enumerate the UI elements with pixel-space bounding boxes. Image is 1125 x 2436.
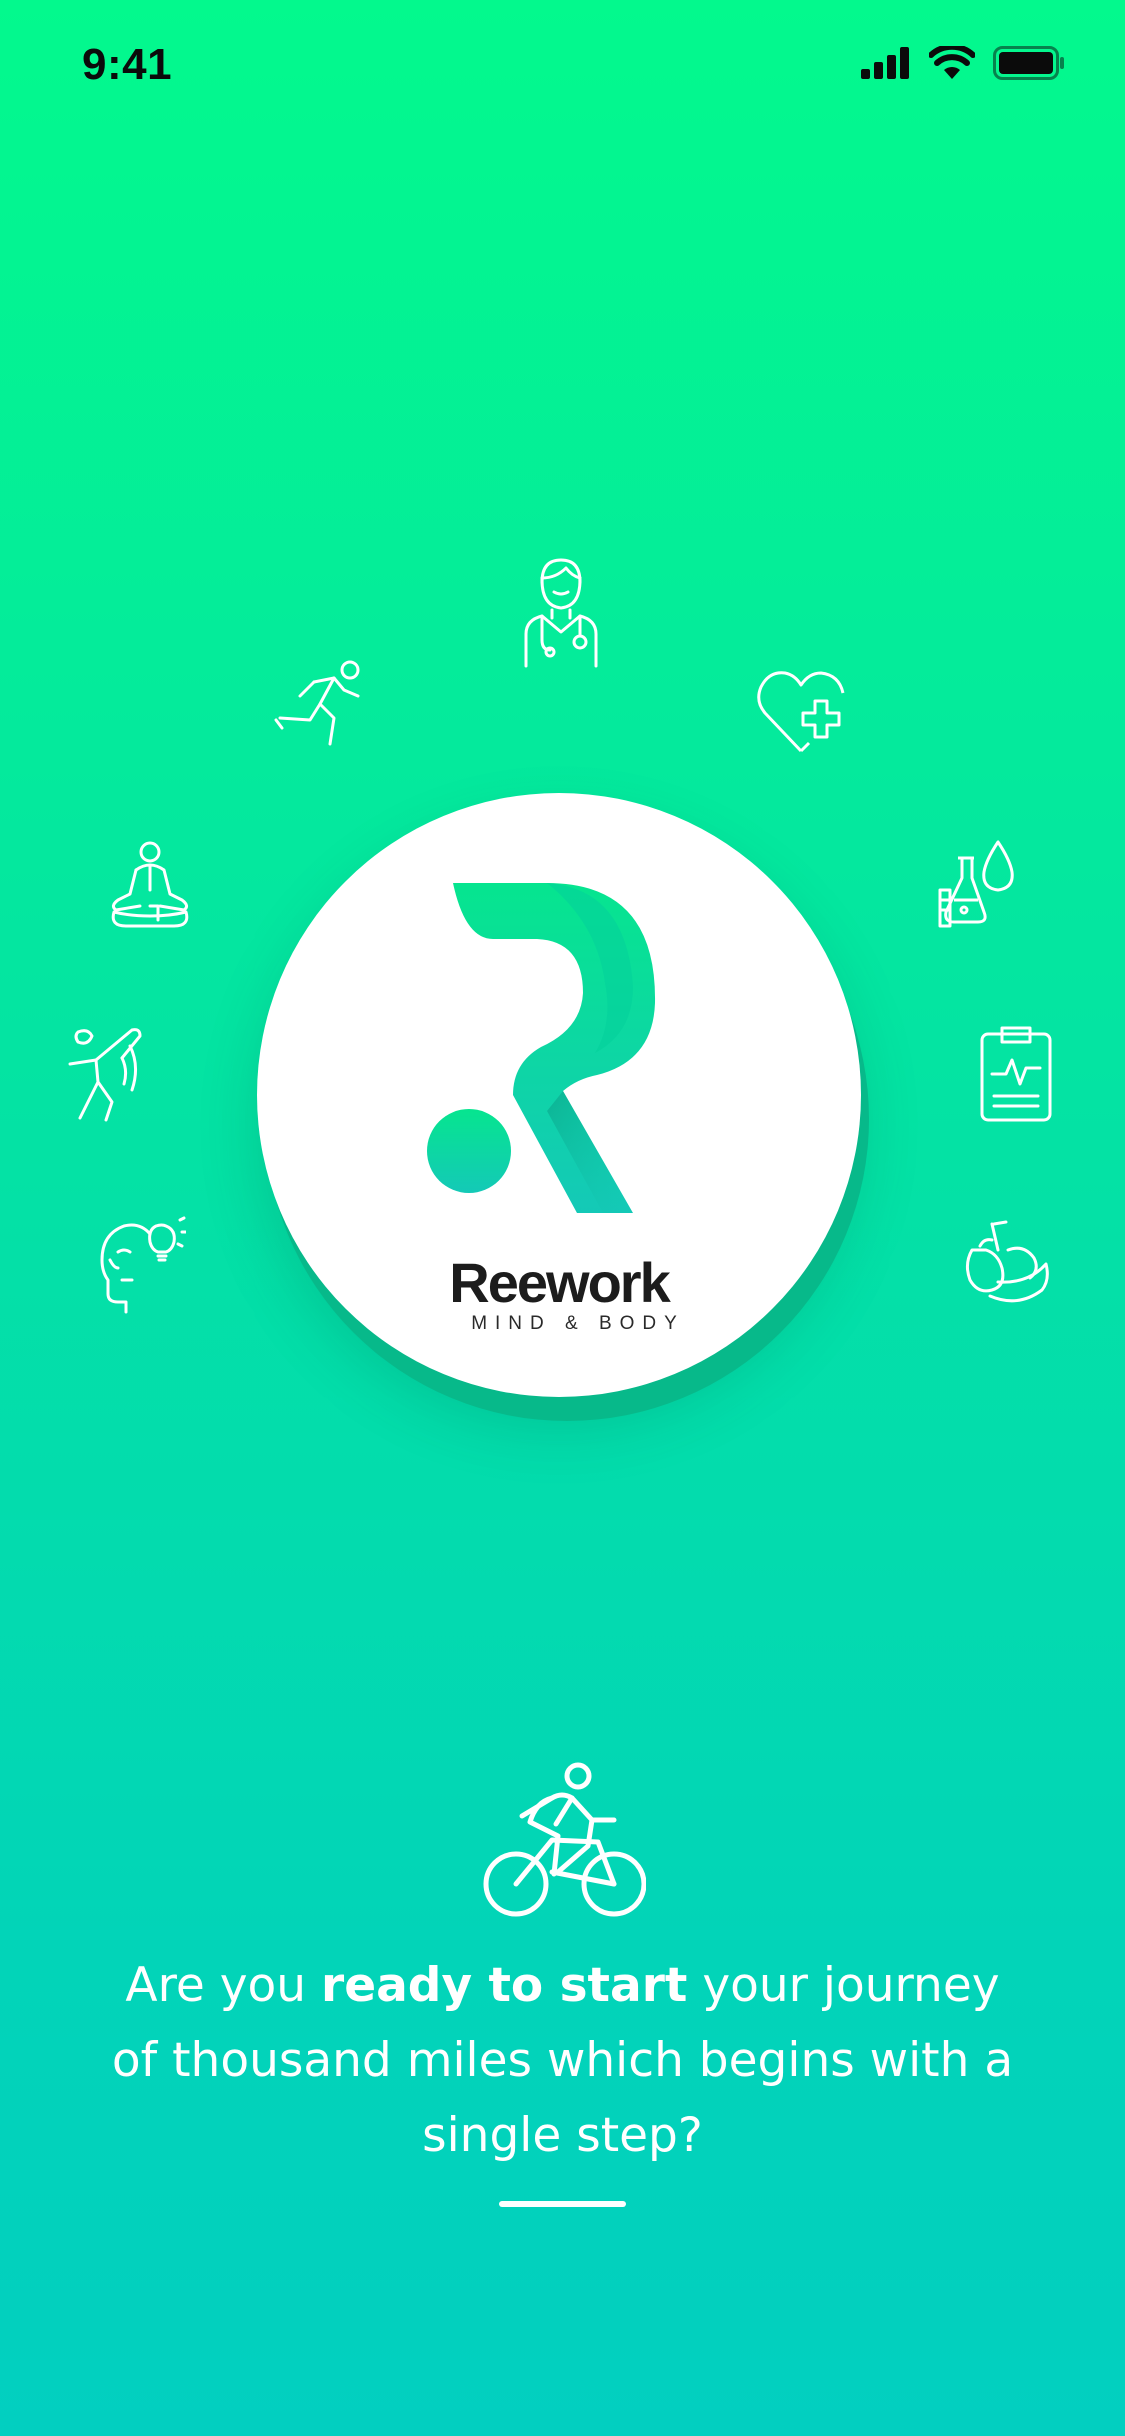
lab-flask-drop-icon	[936, 838, 1022, 930]
runner-icon	[272, 658, 366, 748]
head-lightbulb-icon	[96, 1216, 186, 1316]
intro-headline: Are you ready to start your journey of t…	[100, 1948, 1025, 2173]
meditation-icon	[104, 840, 196, 928]
cyclist-icon	[482, 1762, 647, 1923]
reework-r-logo-icon	[427, 883, 667, 1218]
yoga-stretch-icon	[66, 1026, 148, 1122]
status-time: 9:41	[82, 40, 173, 89]
battery-icon	[993, 46, 1065, 80]
status-icons	[861, 46, 1065, 80]
status-bar: 9:41	[0, 0, 1125, 140]
headline-part1: Are you	[125, 1958, 322, 2013]
heart-plus-icon	[755, 667, 849, 755]
page-indicator	[499, 2201, 626, 2207]
fruit-drink-icon	[958, 1220, 1052, 1312]
clipboard-heartbeat-icon	[978, 1024, 1054, 1124]
brand-name: Reework	[449, 1251, 670, 1314]
headline-bold: ready to start	[321, 1958, 688, 2013]
brand-tagline: MIND & BODY	[471, 1313, 685, 1334]
wifi-icon	[929, 46, 975, 80]
logo-disc: Reework MIND & BODY	[257, 793, 861, 1397]
cellular-signal-icon	[861, 47, 911, 79]
doctor-icon	[520, 556, 602, 668]
